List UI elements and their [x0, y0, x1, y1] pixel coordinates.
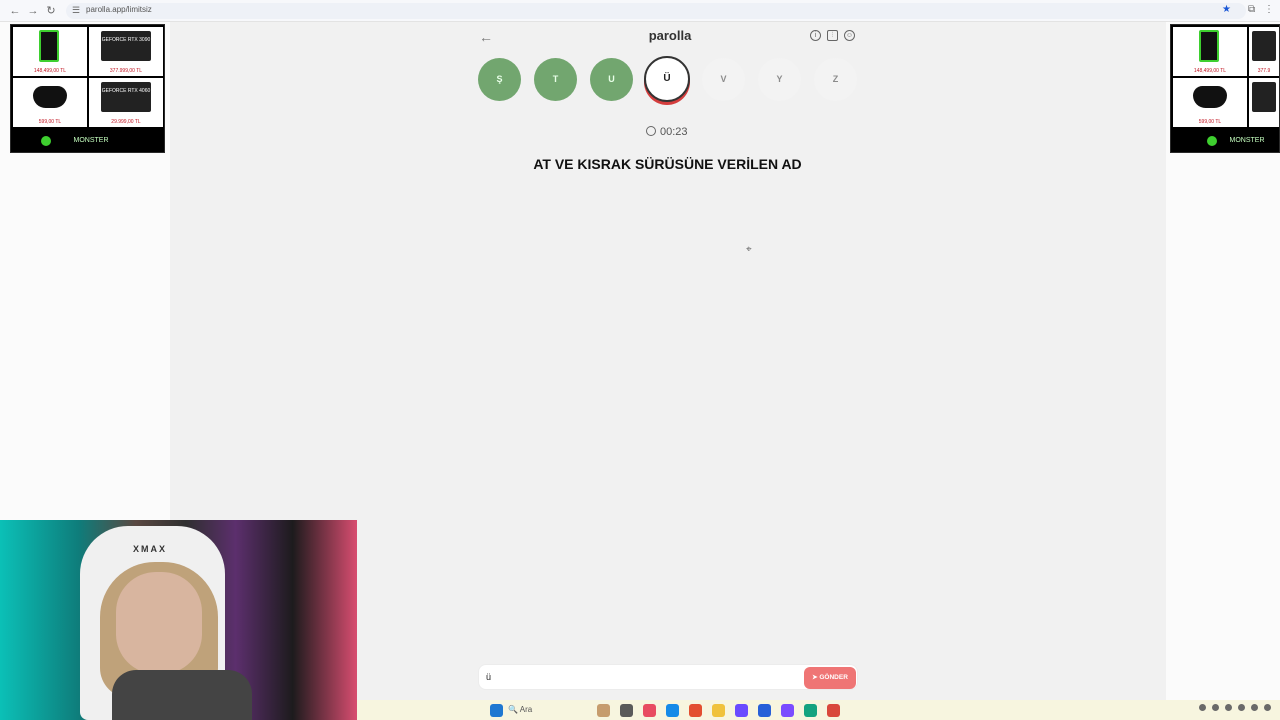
taskbar-search-label: Ara [519, 705, 533, 714]
tray-icon[interactable] [1238, 704, 1245, 711]
letter-circle: V [702, 58, 745, 101]
tray-icon[interactable] [1225, 704, 1232, 711]
header-icons: i ⫶ ☺ [810, 30, 855, 41]
letter-circle: T [534, 58, 577, 101]
pc-icon [1199, 30, 1219, 62]
send-label: GÖNDER [819, 674, 848, 681]
answer-input-box[interactable]: ü ➤ GÖNDER [478, 664, 858, 690]
letter-circle: Z [814, 58, 857, 101]
monster-logo: MONSTER [1207, 134, 1277, 148]
profile-icon[interactable]: ☺ [844, 30, 855, 41]
letter-circle: Ş [478, 58, 521, 101]
chair-brand: XMAX [132, 544, 167, 554]
monster-logo: MONSTER [41, 134, 131, 148]
timer: 00:23 [646, 126, 688, 138]
folder-icon[interactable] [712, 704, 725, 717]
letter-circle: Y [758, 58, 801, 101]
clock-icon [646, 126, 656, 136]
streamer-shirt [112, 670, 252, 720]
game-header: ← parolla i ⫶ ☺ [475, 28, 865, 48]
ad-price: 377.999,00 TL [109, 68, 143, 74]
windows-start-icon[interactable] [490, 704, 503, 717]
gpu-icon [1252, 82, 1276, 112]
mouse-cursor-icon: ⌖ [746, 244, 752, 255]
discord-icon[interactable] [781, 704, 794, 717]
letter-circle: U [590, 58, 633, 101]
letter-circle-active: Ü [644, 56, 690, 102]
left-ad-banner[interactable]: 148,499,00 TL GEFORCE RTX 3090 377.999,00… [10, 24, 165, 153]
letter-progress: Ş T U Ü V Y Z [478, 56, 858, 108]
send-button[interactable]: ➤ GÖNDER [804, 667, 856, 689]
gpu-icon [1252, 31, 1276, 61]
gamepad-icon [33, 86, 67, 108]
ad-cell-gpu: 377.9 [1249, 27, 1279, 76]
ad-price: 148,499,00 TL [33, 68, 67, 74]
question-text: AT VE KISRAK SÜRÜSÜNE VERİLEN AD [533, 156, 802, 172]
tray-icon[interactable] [1251, 704, 1258, 711]
task-view-icon[interactable] [620, 704, 633, 717]
edge-icon[interactable] [666, 704, 679, 717]
gpu-label: GEFORCE RTX 3090 [101, 37, 151, 43]
ad-price: 29.999,00 TL [111, 119, 141, 125]
ad-price: 599,00 TL [38, 119, 62, 125]
taskbar-search[interactable]: 🔍 Ara [508, 705, 532, 714]
ad-cell-gpu: GEFORCE RTX 3090 377.999,00 TL [89, 27, 163, 76]
address-text: parolla.app/limitsiz [86, 5, 152, 14]
right-ad-banner[interactable]: 148,499,00 TL 377.9 599,00 TL MONSTER [1170, 24, 1280, 153]
windows-taskbar: 🔍 Ara [357, 700, 1280, 720]
site-info-icon[interactable]: ☰ [72, 5, 80, 16]
app3-icon[interactable] [804, 704, 817, 717]
gpu-icon: GEFORCE RTX 3090 [101, 31, 151, 61]
ad-cell-gpu2: GEFORCE RTX 4060 29.999,00 TL [89, 78, 163, 127]
forward-icon[interactable]: → [26, 4, 40, 18]
address-bar[interactable]: ☰ parolla.app/limitsiz [66, 3, 1246, 19]
system-tray [1199, 704, 1271, 711]
extensions-icon[interactable]: ⧉ [1248, 4, 1255, 15]
gpu-label: GEFORCE RTX 4060 [101, 88, 151, 94]
ad-price: 599,00 TL [1198, 119, 1222, 125]
chrome-icon[interactable] [689, 704, 702, 717]
timer-text: 00:23 [660, 126, 688, 138]
browser-menu-icon[interactable]: ⋮ [1264, 4, 1274, 15]
pc-icon [39, 30, 59, 62]
ad-cell-pc: 148,499,00 TL [13, 27, 87, 76]
ad-cell-pad: 599,00 TL [13, 78, 87, 127]
answer-value[interactable]: ü [486, 672, 491, 682]
info-icon[interactable]: i [810, 30, 821, 41]
ad-cell-gpu2 [1249, 78, 1279, 127]
taskbar-apps [597, 704, 840, 717]
app4-icon[interactable] [827, 704, 840, 717]
browser-toolbar: ← → ↻ ☰ parolla.app/limitsiz ★ ⧉ ⋮ [0, 0, 1280, 22]
gamepad-icon [1193, 86, 1227, 108]
tray-icon[interactable] [1212, 704, 1219, 711]
tray-icon[interactable] [1199, 704, 1206, 711]
bookmark-star-icon[interactable]: ★ [1222, 4, 1231, 15]
reload-icon[interactable]: ↻ [44, 4, 58, 18]
twitch-icon[interactable] [735, 704, 748, 717]
ad-cell-pc: 148,499,00 TL [1173, 27, 1247, 76]
streamer-face [116, 572, 202, 674]
app-title: parolla [648, 28, 692, 43]
webcam-overlay: XMAX [0, 520, 357, 720]
ad-cell-pad: 599,00 TL [1173, 78, 1247, 127]
chart-icon[interactable]: ⫶ [827, 30, 838, 41]
app-icon[interactable] [643, 704, 656, 717]
tray-icon[interactable] [1264, 704, 1271, 711]
ad-price: 148,499,00 TL [1193, 68, 1227, 74]
app2-icon[interactable] [758, 704, 771, 717]
back-icon[interactable]: ← [8, 4, 22, 18]
widgets-icon[interactable] [597, 704, 610, 717]
ad-price: 377.9 [1257, 68, 1271, 74]
send-icon: ➤ [812, 674, 818, 681]
gpu-icon: GEFORCE RTX 4060 [101, 82, 151, 112]
